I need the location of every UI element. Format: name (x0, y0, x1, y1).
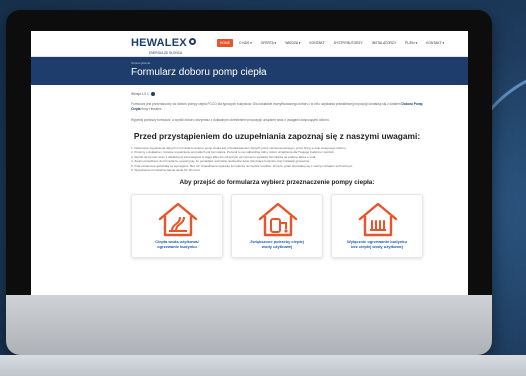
house-hot-water-icon (258, 203, 298, 237)
nav-item-kontakt[interactable]: KONTAKT (306, 39, 327, 47)
instructions-paragraph: Wypełnij poniższy formularz, a wyniki do… (131, 118, 330, 122)
page-title: Formularz doboru pomp ciepła (131, 67, 267, 78)
nav-item-wiedza[interactable]: WIEDZA ▾ (282, 39, 303, 47)
version-meta: Wersja 1.0.1 (131, 92, 423, 96)
card-label-line: wody użytkowej (261, 244, 293, 250)
logo-tagline: ENERGIA ZE SŁOŃCA (149, 51, 183, 55)
main-nav: HOME O NAS ▾ OFERTA ▾ WIEDZA ▾ KONTAKT D… (217, 39, 447, 47)
version-text: Wersja 1.0.1 (131, 92, 149, 96)
card-label: Ciepła woda użytkowa/ ogrzewanie budynku (134, 239, 220, 249)
card-heating-and-water[interactable]: Ciepła woda użytkowa/ ogrzewanie budynku (131, 194, 223, 259)
house-heating-icon (158, 203, 198, 237)
notes-list: 1. Dokonanie wypełnienia danych w formul… (131, 146, 423, 172)
nav-item-o-nas[interactable]: O NAS ▾ (236, 39, 255, 47)
card-label: Zwiększone potrzeby ciepłej wody użytkow… (234, 239, 320, 249)
main-content: Wersja 1.0.1 Formularz jest przeznaczony… (131, 89, 423, 259)
notes-heading: Przed przystąpieniem do uzupełniania zap… (133, 131, 421, 141)
purpose-cards: Ciepła woda użytkowa/ ogrzewanie budynku… (131, 194, 423, 259)
page-banner: Strona główna Formularz doboru pomp ciep… (31, 57, 468, 85)
nav-item-home[interactable]: HOME (217, 39, 233, 47)
card-increased-hot-water[interactable]: Zwiększone potrzeby ciepłej wody użytkow… (231, 194, 323, 259)
nav-item-dystrybutorzy[interactable]: DYSTRYBUTORZY (331, 39, 366, 47)
logo-text: HEWALEX (131, 37, 187, 49)
monitor-screen: HEWALEX ENERGIA ZE SŁOŃCA HOME O NAS ▾ O… (31, 31, 468, 295)
monitor-chin (6, 295, 492, 355)
hewalex-logo[interactable]: HEWALEX ENERGIA ZE SŁOŃCA (131, 33, 196, 55)
nav-item-language[interactable]: PL/EN ▾ (402, 39, 420, 47)
nav-item-instalatorzy[interactable]: INSTALATORZY (369, 39, 399, 47)
intro-tail: firmy Hewalex. (141, 107, 163, 111)
note-item: 6. Wypełnienie formularza zajmie około 1… (131, 168, 201, 173)
info-icon[interactable] (150, 92, 155, 96)
card-heating-only[interactable]: Wyłącznie ogrzewanie budynku bez ciepłej… (331, 194, 423, 259)
nav-item-kontakt-menu[interactable]: KONTAKT ▾ (423, 39, 447, 47)
site-header: HEWALEX ENERGIA ZE SŁOŃCA HOME O NAS ▾ O… (31, 31, 468, 57)
breadcrumb[interactable]: Strona główna (131, 61, 150, 65)
desk-surface (0, 355, 526, 376)
intro-text: Formularz jest przeznaczony do doboru po… (131, 102, 401, 106)
house-radiator-icon (358, 203, 398, 237)
card-label-line: ogrzewanie budynku (157, 244, 197, 250)
nav-item-oferta[interactable]: OFERTA ▾ (258, 39, 279, 47)
choose-heading: Aby przejść do formularza wybierz przezn… (179, 179, 375, 187)
intro-paragraph: Formularz jest przeznaczony do doboru po… (131, 102, 423, 112)
card-label-line: bez ciepłej wody użytkowej (351, 244, 403, 250)
logo-mark-icon (188, 38, 196, 45)
card-label: Wyłącznie ogrzewanie budynku bez ciepłej… (334, 239, 420, 249)
